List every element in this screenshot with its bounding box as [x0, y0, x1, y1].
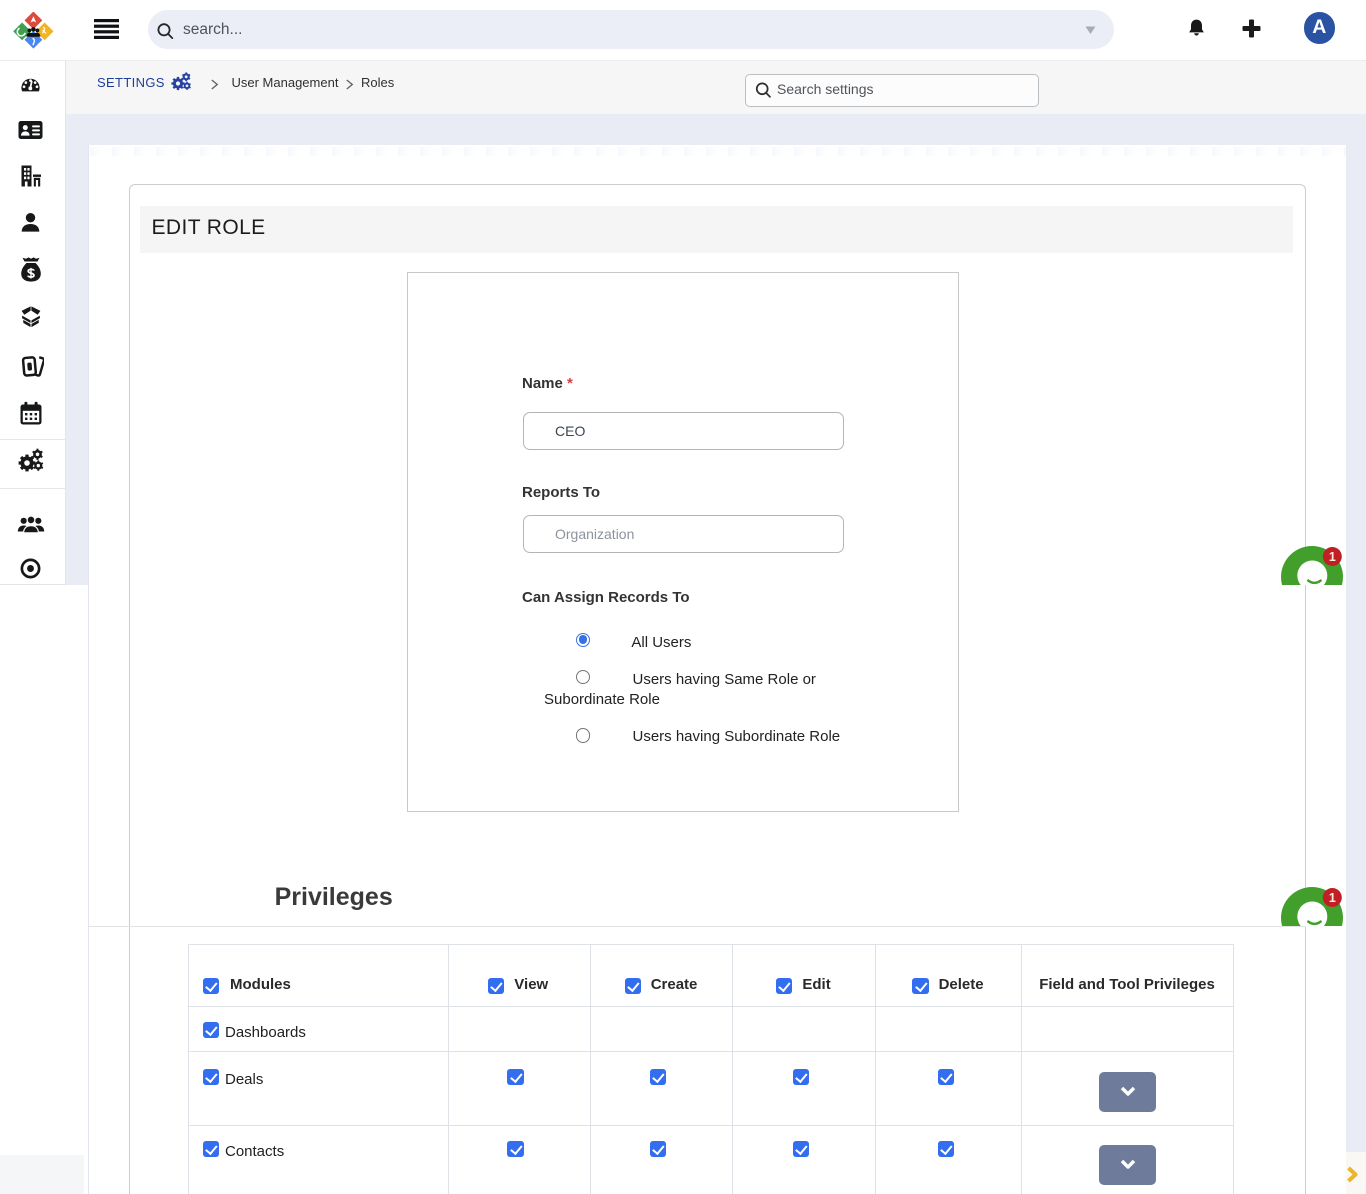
svg-text:1: 1: [1329, 891, 1336, 905]
svg-text:1: 1: [1329, 550, 1336, 564]
